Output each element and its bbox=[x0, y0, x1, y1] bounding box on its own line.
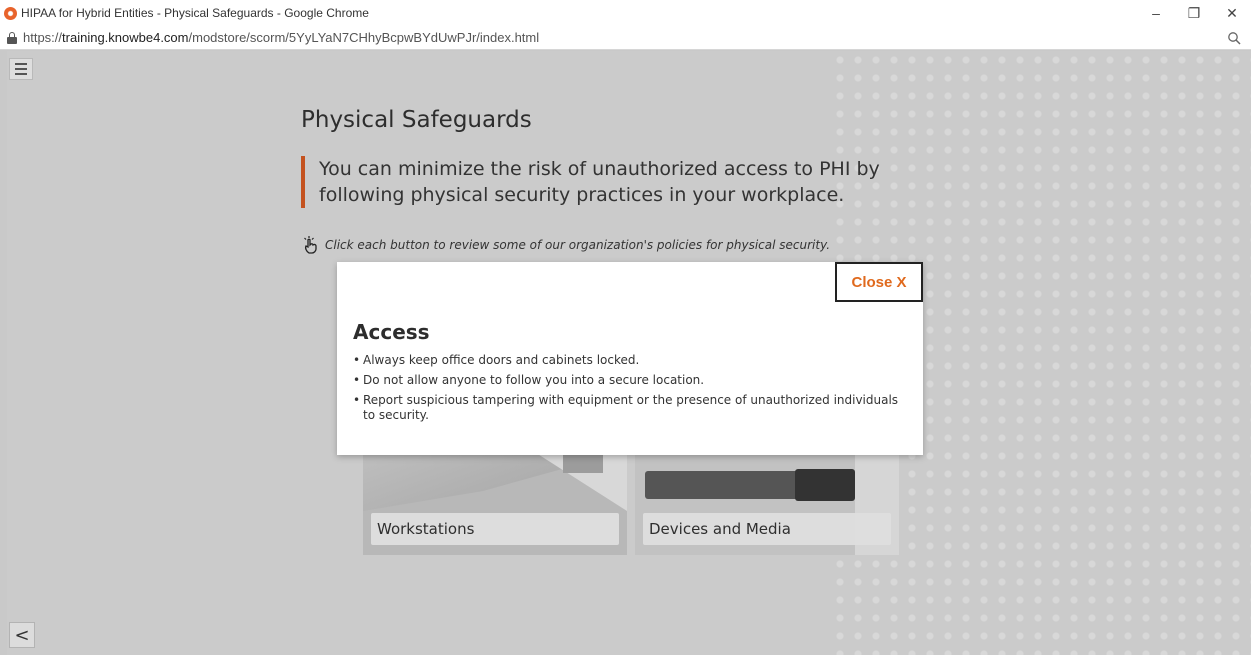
intro-callout: You can minimize the risk of unauthorize… bbox=[301, 156, 941, 208]
instruction-text: Click each button to review some of our … bbox=[325, 238, 831, 252]
tap-hand-icon bbox=[304, 236, 317, 254]
close-window-button[interactable]: ✕ bbox=[1213, 0, 1251, 26]
minimize-button[interactable]: – bbox=[1137, 0, 1175, 26]
modal-title: Access bbox=[353, 320, 430, 344]
list-item: Do not allow anyone to follow you into a… bbox=[353, 373, 903, 388]
workstations-label: Workstations bbox=[371, 513, 619, 545]
window-title: HIPAA for Hybrid Entities - Physical Saf… bbox=[21, 6, 369, 20]
list-item: Always keep office doors and cabinets lo… bbox=[353, 353, 903, 368]
hamburger-icon[interactable] bbox=[9, 58, 33, 80]
close-modal-button[interactable]: Close X bbox=[835, 262, 923, 302]
devices-media-card[interactable]: Devices and Media bbox=[635, 451, 899, 555]
instruction-line: Click each button to review some of our … bbox=[301, 235, 830, 255]
access-modal: Close X Access Always keep office doors … bbox=[337, 262, 923, 455]
url-domain: training.knowbe4.com bbox=[62, 30, 189, 45]
url-text[interactable]: https://training.knowbe4.com/modstore/sc… bbox=[23, 30, 539, 45]
devices-media-label: Devices and Media bbox=[643, 513, 891, 545]
window-titlebar: HIPAA for Hybrid Entities - Physical Saf… bbox=[0, 0, 1251, 26]
page-title: Physical Safeguards bbox=[301, 107, 532, 133]
chevron-left-icon[interactable]: < bbox=[9, 622, 35, 648]
workstations-card[interactable]: Workstations bbox=[363, 451, 627, 555]
restore-button[interactable]: ❐ bbox=[1175, 0, 1213, 26]
list-item: Report suspicious tampering with equipme… bbox=[353, 393, 903, 423]
window-controls: – ❐ ✕ bbox=[1137, 0, 1251, 26]
modal-list: Always keep office doors and cabinets lo… bbox=[353, 353, 903, 428]
lock-icon[interactable] bbox=[7, 31, 17, 44]
zoom-icon[interactable] bbox=[1227, 31, 1241, 45]
chrome-logo-icon bbox=[4, 6, 17, 20]
url-prefix: https:// bbox=[23, 30, 63, 45]
address-bar[interactable]: https://training.knowbe4.com/modstore/sc… bbox=[0, 26, 1251, 50]
url-path: /modstore/scorm/5YyLYaN7CHhyBcpwBYdUwPJr… bbox=[188, 30, 540, 45]
